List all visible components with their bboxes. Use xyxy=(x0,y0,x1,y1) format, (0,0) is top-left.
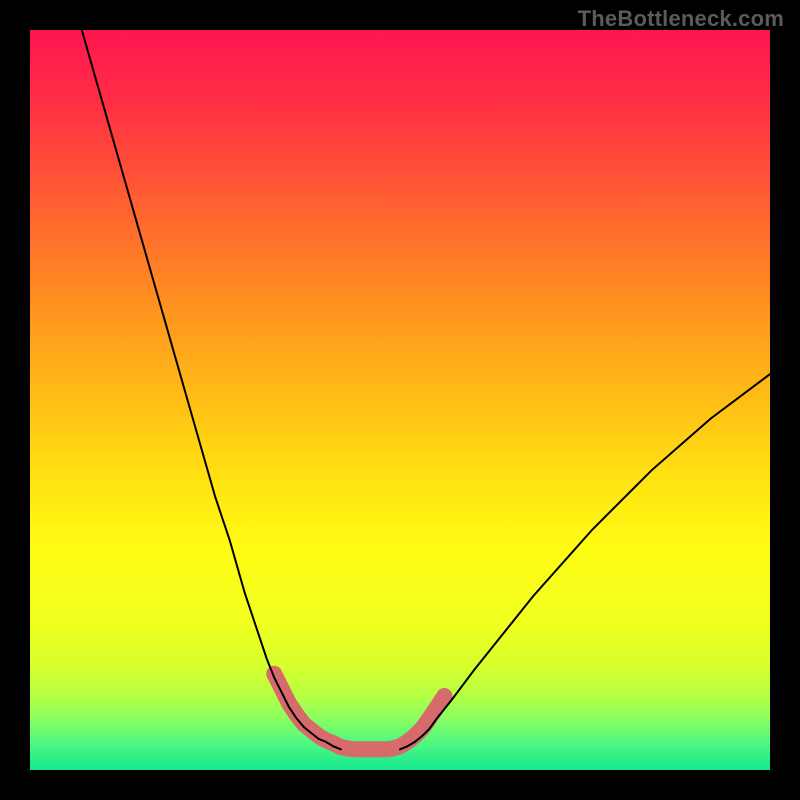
watermark-text: TheBottleneck.com xyxy=(578,6,784,32)
chart-frame: TheBottleneck.com xyxy=(0,0,800,800)
chart-svg xyxy=(30,30,770,770)
gradient-background xyxy=(30,30,770,770)
plot-area xyxy=(30,30,770,770)
